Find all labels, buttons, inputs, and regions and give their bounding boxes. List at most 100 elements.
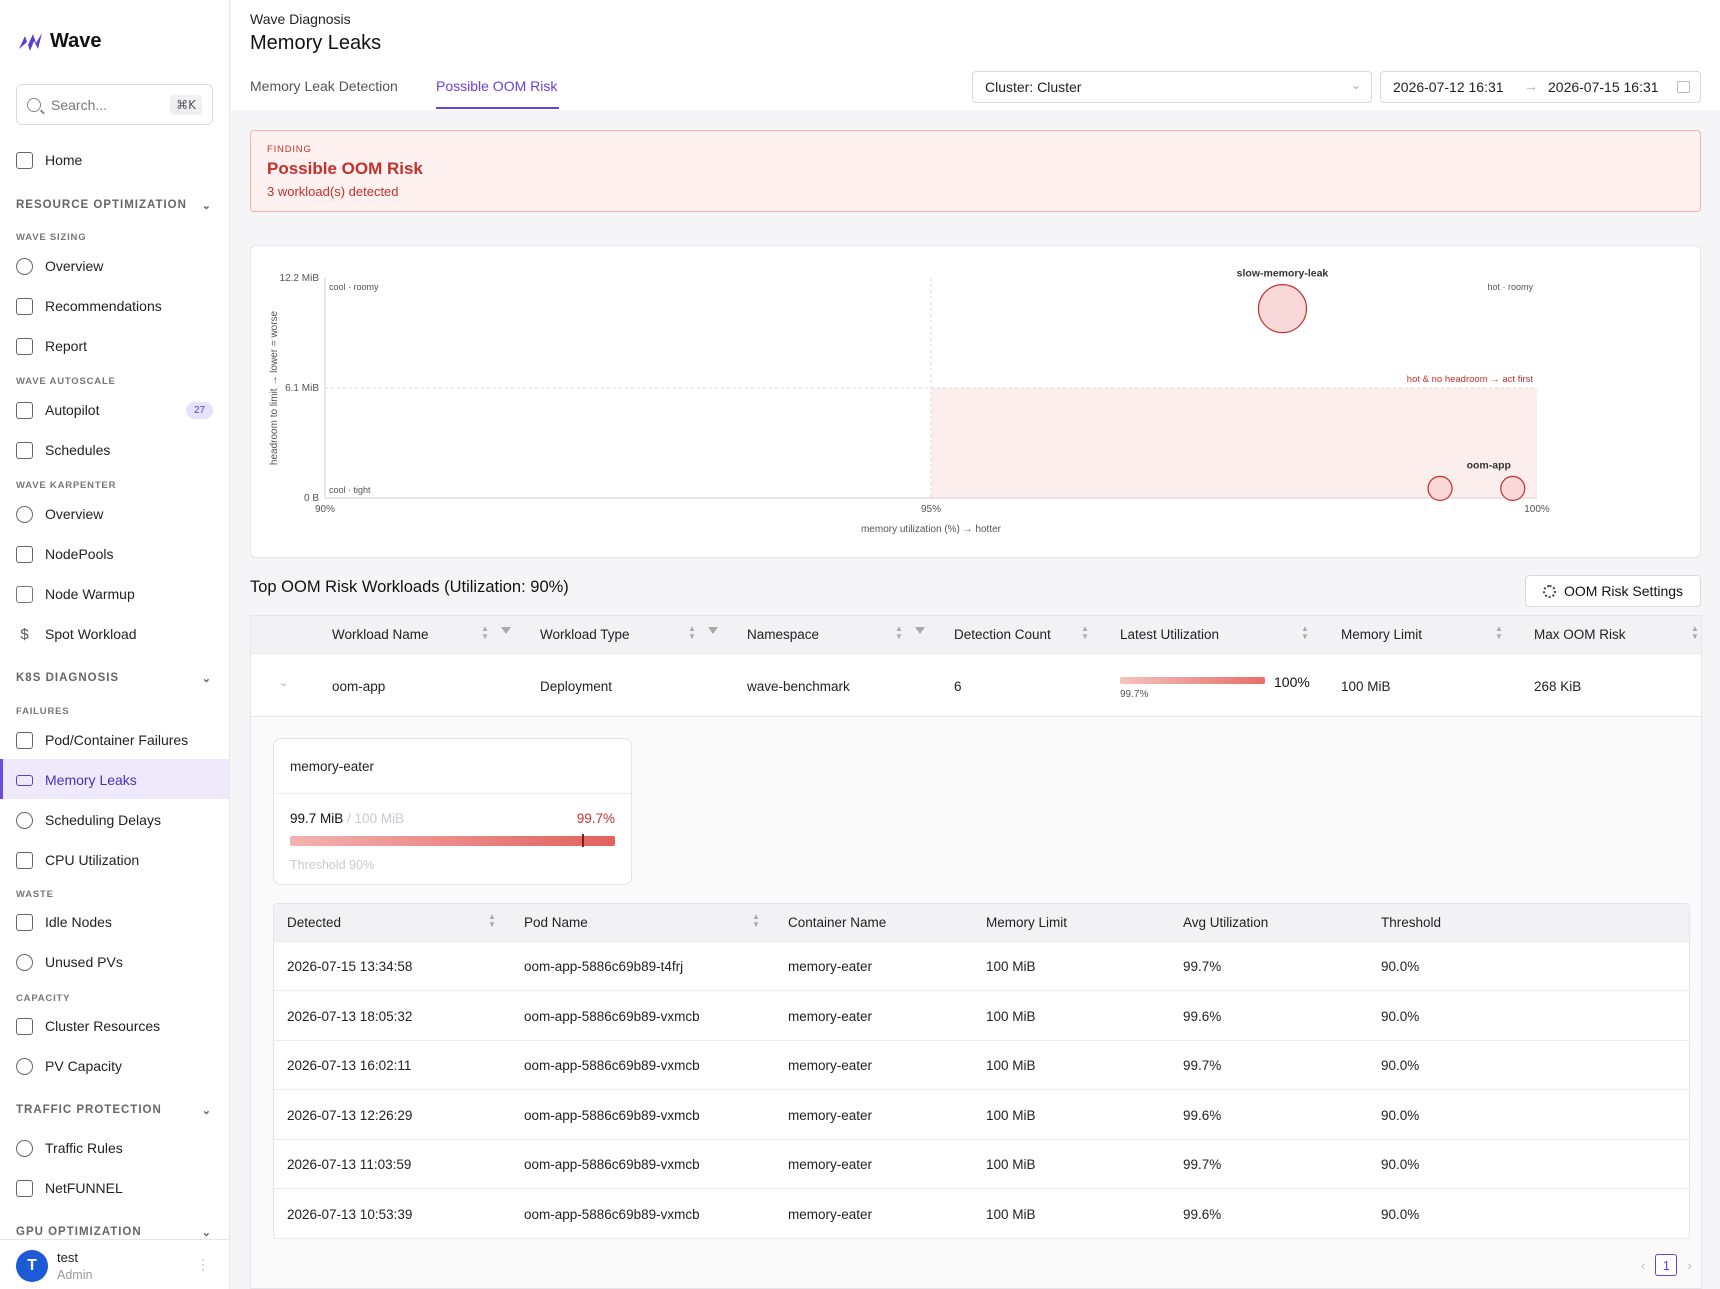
sort-icon[interactable]: ▲ ▼ xyxy=(1495,625,1503,641)
tab-memory-leak-detection[interactable]: Memory Leak Detection xyxy=(250,78,398,94)
container-name: memory-eater xyxy=(788,959,873,974)
sort-icon[interactable]: ▲ ▼ xyxy=(488,913,496,929)
col-workload-name[interactable]: Workload Name xyxy=(332,627,429,642)
pod-name: oom-app-5886c69b89-vxmcb xyxy=(524,1058,700,1073)
sidebar-item-pod-container-failures[interactable]: Pod/Container Failures xyxy=(16,730,188,750)
table-row[interactable]: ⌄ oom-app Deployment wave-benchmark 6 99… xyxy=(251,654,1701,717)
search-input[interactable]: Search... ⌘K xyxy=(16,84,213,125)
pod-name: oom-app-5886c69b89-t4frj xyxy=(524,959,684,974)
workload-type: Deployment xyxy=(540,679,613,694)
col-workload-type[interactable]: Workload Type xyxy=(540,627,630,642)
table-row[interactable]: 2026-07-13 18:05:32 oom-app-5886c69b89-vx… xyxy=(274,992,1689,1041)
container-name: memory-eater xyxy=(290,759,375,774)
container-usage: 99.7 MiB / 100 MiB xyxy=(290,811,404,826)
sort-icon[interactable]: ▲ ▼ xyxy=(481,625,489,641)
sort-icon[interactable]: ▲ ▼ xyxy=(1081,625,1089,641)
sidebar-item-overview-sizing[interactable]: Overview xyxy=(16,256,103,276)
sidebar-item-recommendations[interactable]: Recommendations xyxy=(16,296,162,316)
sidebar-item-cluster-resources[interactable]: Cluster Resources xyxy=(16,1016,160,1036)
sidebar-item-idle-nodes[interactable]: Idle Nodes xyxy=(16,912,112,932)
container-used: 99.7 MiB xyxy=(290,811,344,826)
active-tab-indicator xyxy=(436,107,559,109)
sort-icon[interactable]: ▲ ▼ xyxy=(752,913,760,929)
sidebar-item-unused-pvs[interactable]: Unused PVs xyxy=(16,952,123,972)
sidebar-item-pv-capacity[interactable]: PV Capacity xyxy=(16,1056,122,1076)
sidebar-item-scheduling-delays[interactable]: Scheduling Delays xyxy=(16,810,161,830)
col-latest-utilization[interactable]: Latest Utilization xyxy=(1120,627,1219,642)
sidebar-item-spot-workload[interactable]: $ Spot Workload xyxy=(16,624,136,644)
sidebar-item-label: Report xyxy=(45,338,88,354)
section-gpu-optimization[interactable]: GPU OPTIMIZATION ⌄ xyxy=(16,1226,212,1239)
col-max-oom-risk[interactable]: Max OOM Risk xyxy=(1534,627,1626,642)
finding-alert: FINDING Possible OOM Risk 3 workload(s) … xyxy=(250,130,1701,212)
sort-icon[interactable]: ▲ ▼ xyxy=(895,625,903,641)
section-resource-optimization[interactable]: RESOURCE OPTIMIZATION ⌄ xyxy=(16,199,212,212)
user-menu[interactable]: T test Admin ⋮ xyxy=(0,1239,229,1289)
sort-icon[interactable]: ▲ ▼ xyxy=(1301,625,1309,641)
autopilot-count-badge: 27 xyxy=(186,401,214,419)
table-row[interactable]: 2026-07-15 13:34:58 oom-app-5886c69b89-t4… xyxy=(274,942,1689,991)
sidebar-item-netfunnel[interactable]: NetFUNNEL xyxy=(16,1178,123,1198)
namespace: wave-benchmark xyxy=(747,679,850,694)
container-percent: 99.7% xyxy=(576,811,615,826)
sidebar-item-schedules[interactable]: Schedules xyxy=(16,440,110,460)
filter-icon[interactable] xyxy=(501,627,511,634)
sidebar-item-home[interactable]: Home xyxy=(16,150,82,170)
tab-possible-oom-risk[interactable]: Possible OOM Risk xyxy=(436,78,557,94)
section-label: TRAFFIC PROTECTION xyxy=(16,1104,162,1116)
chevron-down-icon: ⌄ xyxy=(1350,78,1361,92)
sidebar-item-nodepools[interactable]: NodePools xyxy=(16,544,114,564)
section-label: GPU OPTIMIZATION xyxy=(16,1226,142,1238)
sidebar-item-cpu-utilization[interactable]: CPU Utilization xyxy=(16,850,139,870)
avg-utilization: 99.7% xyxy=(1183,1058,1222,1073)
sidebar-item-report[interactable]: Report xyxy=(16,336,87,356)
prev-page-icon[interactable]: ‹ xyxy=(1641,1258,1645,1273)
section-k8s-diagnosis[interactable]: K8S DIAGNOSIS ⌄ xyxy=(16,672,212,685)
col-memory-limit[interactable]: Memory Limit xyxy=(1341,627,1422,642)
search-placeholder: Search... xyxy=(51,96,108,113)
table-row[interactable]: 2026-07-13 12:26:29 oom-app-5886c69b89-vx… xyxy=(274,1091,1689,1140)
workloads-title: Top OOM Risk Workloads (Utilization: 90%… xyxy=(250,578,569,596)
filter-icon[interactable] xyxy=(708,627,718,634)
sidebar-item-memory-leaks[interactable]: Memory Leaks xyxy=(16,770,137,790)
date-from[interactable]: 2026-07-12 16:31 xyxy=(1393,79,1504,95)
logo[interactable]: Wave xyxy=(18,30,102,53)
date-to[interactable]: 2026-07-15 16:31 xyxy=(1548,79,1659,95)
calendar-icon xyxy=(1677,81,1690,93)
table-row[interactable]: 2026-07-13 10:53:39 oom-app-5886c69b89-vx… xyxy=(274,1190,1689,1239)
warning-icon xyxy=(16,731,33,749)
layers-icon xyxy=(16,297,33,315)
chevron-down-icon: ⌄ xyxy=(201,200,212,212)
memory-limit: 100 MiB xyxy=(1341,679,1391,694)
chevron-down-icon[interactable]: ⌄ xyxy=(279,676,288,689)
section-traffic-protection[interactable]: TRAFFIC PROTECTION ⌄ xyxy=(16,1104,212,1117)
page-number[interactable]: 1 xyxy=(1655,1254,1678,1276)
container-usage-bar xyxy=(290,836,616,846)
sort-icon[interactable]: ▲ ▼ xyxy=(1691,625,1699,641)
date-range-picker[interactable]: 2026-07-12 16:31 → 2026-07-15 16:31 xyxy=(1380,71,1701,103)
sidebar-item-autopilot[interactable]: Autopilot 27 xyxy=(16,400,214,420)
breadcrumb[interactable]: Wave Diagnosis xyxy=(250,11,351,27)
col-pod-name[interactable]: Pod Name xyxy=(524,915,588,930)
sidebar-item-overview-karpenter[interactable]: Overview xyxy=(16,504,103,524)
sidebar-item-traffic-rules[interactable]: Traffic Rules xyxy=(16,1138,123,1158)
sort-icon[interactable]: ▲ ▼ xyxy=(688,625,696,641)
table-row[interactable]: 2026-07-13 16:02:11 oom-app-5886c69b89-vx… xyxy=(274,1041,1689,1090)
app-name: Wave xyxy=(50,30,102,52)
oom-risk-settings-button[interactable]: OOM Risk Settings xyxy=(1525,575,1701,607)
more-icon[interactable]: ⋮ xyxy=(196,1256,210,1273)
col-detection-count[interactable]: Detection Count xyxy=(954,627,1051,642)
sidebar-item-node-warmup[interactable]: Node Warmup xyxy=(16,584,135,604)
memory-icon xyxy=(16,774,33,786)
cluster-select[interactable]: Cluster: Cluster ⌄ xyxy=(972,71,1372,103)
next-page-icon[interactable]: › xyxy=(1687,1258,1691,1273)
col-detected[interactable]: Detected xyxy=(287,915,341,930)
table-row[interactable]: 2026-07-13 11:03:59 oom-app-5886c69b89-vx… xyxy=(274,1140,1689,1189)
table-header: Workload Name ▲ ▼ Workload Type ▲ ▼ Namesp… xyxy=(251,616,1701,654)
filter-icon[interactable] xyxy=(915,627,925,634)
avg-utilization: 99.7% xyxy=(1183,959,1222,974)
finding-title: Possible OOM Risk xyxy=(267,159,423,178)
sidebar-item-label: Home xyxy=(45,152,83,168)
sidebar-item-label: Memory Leaks xyxy=(45,772,137,788)
col-namespace[interactable]: Namespace xyxy=(747,627,819,642)
